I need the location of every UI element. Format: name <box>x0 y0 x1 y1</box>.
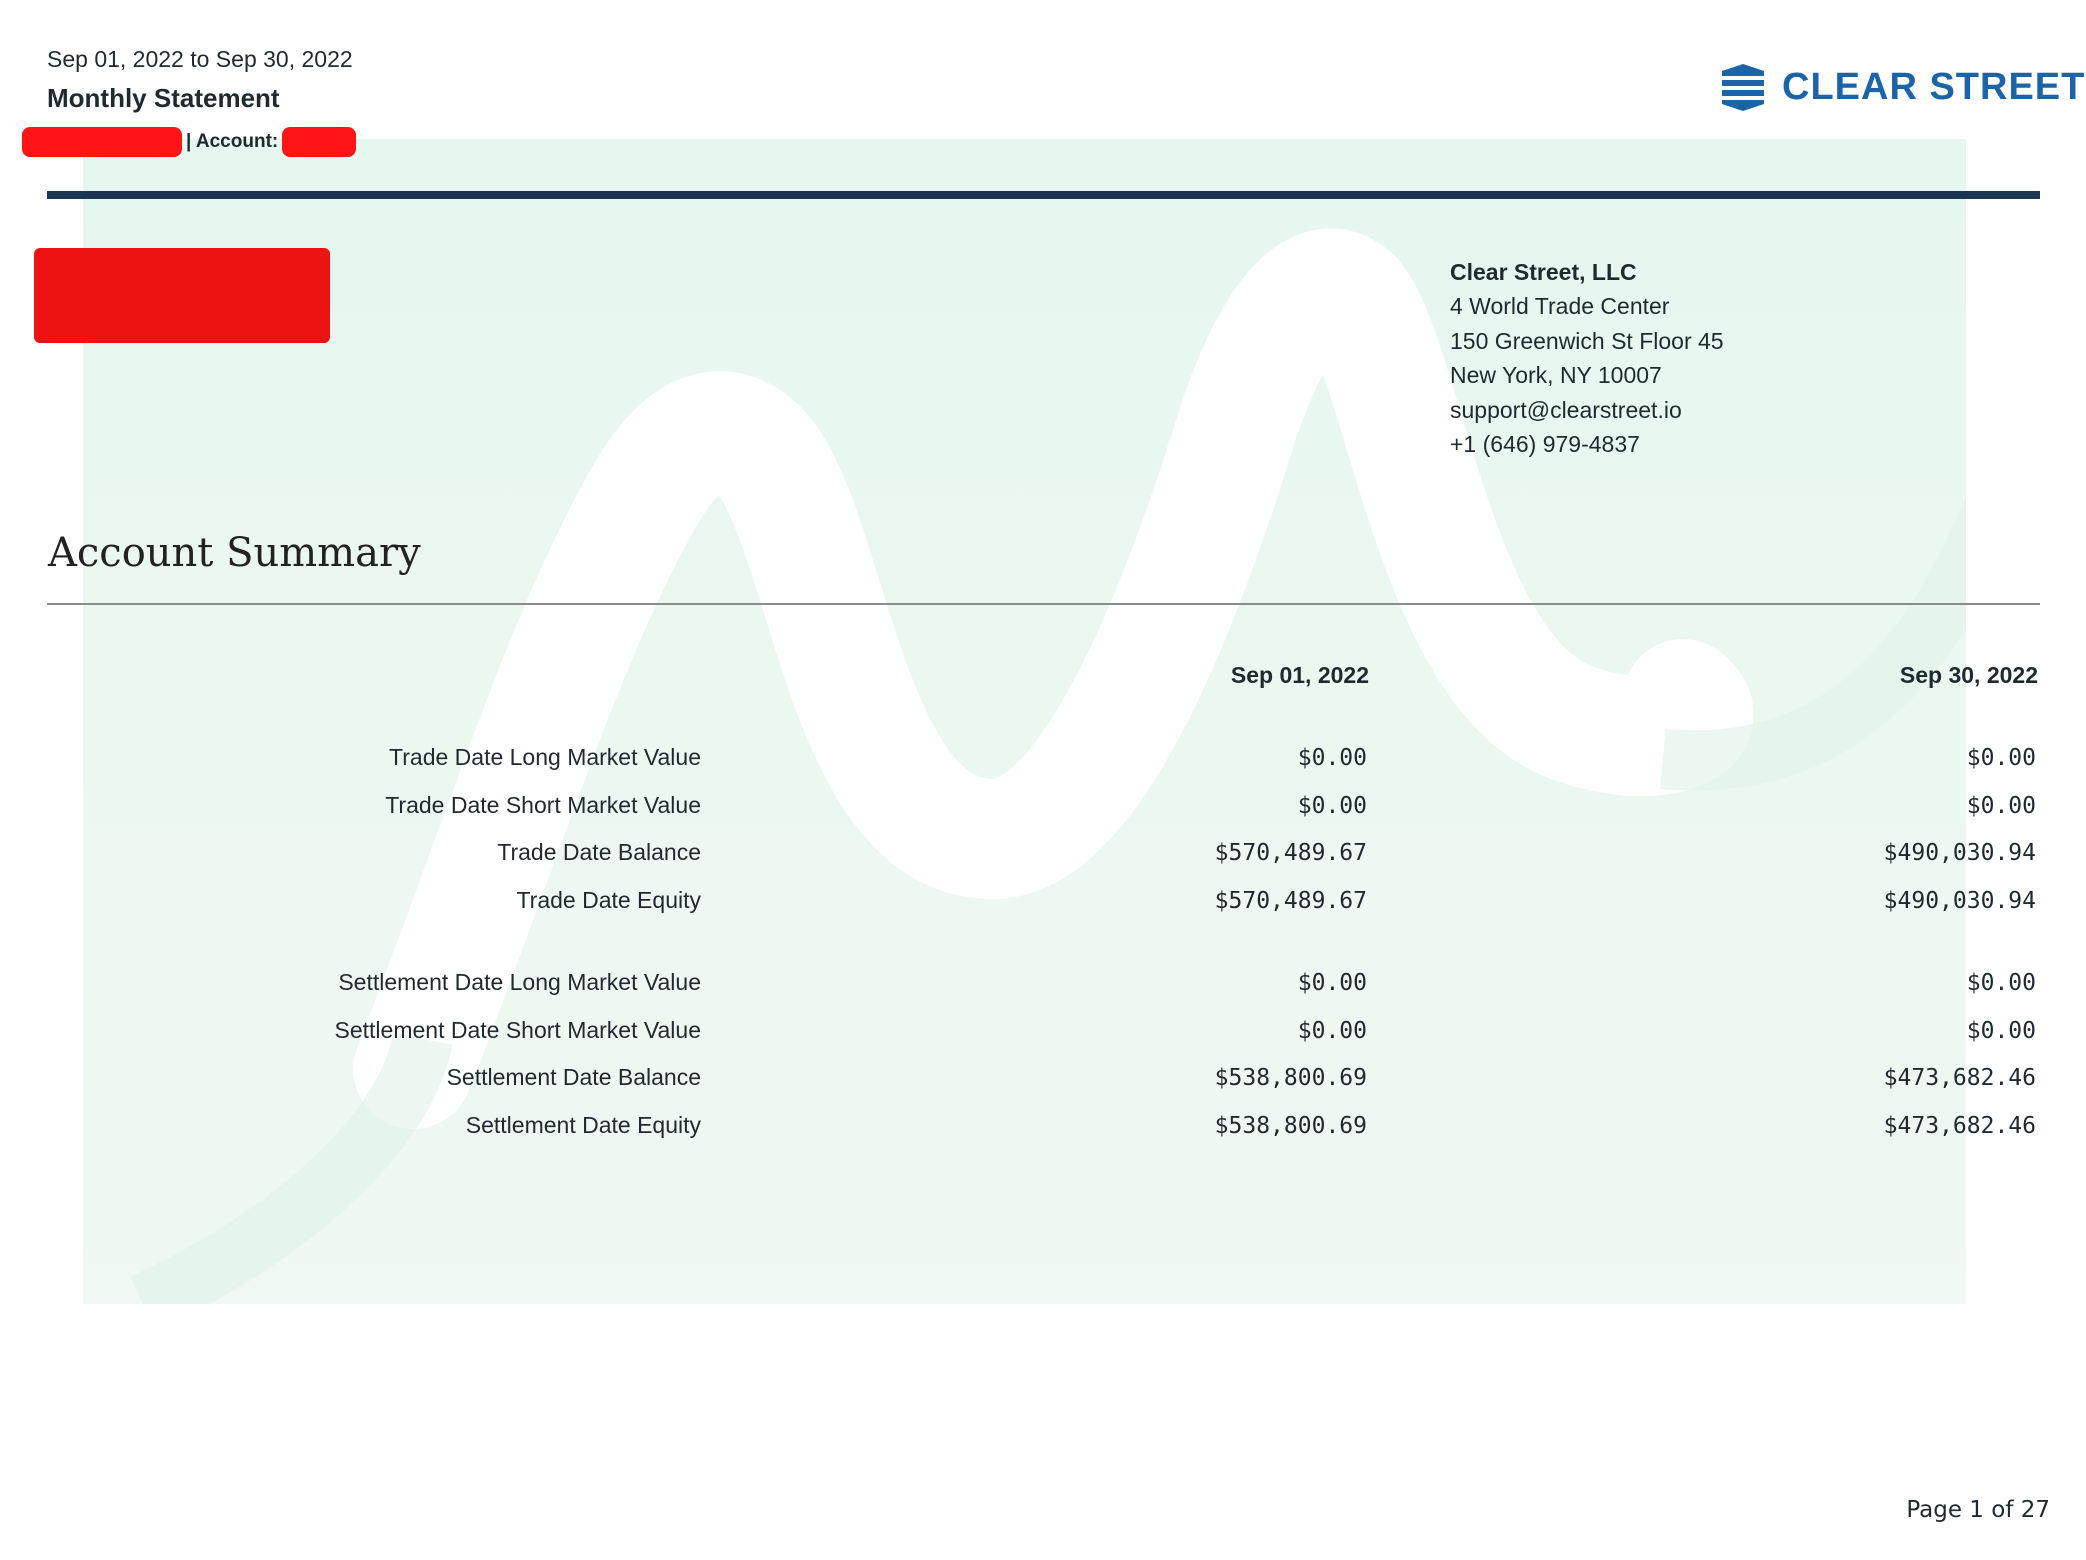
summary-row: Settlement Date Equity $538,800.69 $473,… <box>0 1112 2086 1144</box>
redacted-account-number <box>282 127 357 157</box>
row-label: Trade Date Equity <box>516 887 701 913</box>
support-email: support@clearstreet.io <box>1450 396 1682 423</box>
address-line: 4 World Trade Center <box>1450 293 1670 320</box>
column-header-start-date: Sep 01, 2022 <box>1230 662 1369 688</box>
row-label: Trade Date Balance <box>497 839 701 865</box>
statement-period: Sep 01, 2022 to Sep 30, 2022 <box>47 46 353 72</box>
end-value: $473,682.46 <box>1883 1065 2036 1091</box>
start-value: $0.00 <box>1297 970 1367 996</box>
summary-row: Settlement Date Balance $538,800.69 $473… <box>0 1064 2086 1096</box>
start-value: $570,489.67 <box>1214 888 1367 914</box>
start-value: $0.00 <box>1297 793 1367 819</box>
start-value: $538,800.69 <box>1214 1113 1367 1139</box>
row-label: Trade Date Short Market Value <box>385 792 701 818</box>
end-value: $0.00 <box>1966 793 2036 819</box>
account-summary-heading: Account Summary <box>48 530 421 576</box>
row-label: Settlement Date Short Market Value <box>334 1017 701 1043</box>
end-value: $0.00 <box>1966 1018 2036 1044</box>
clear-street-logo: CLEAR STREET <box>1718 62 2085 112</box>
account-label: | Account: <box>186 131 279 152</box>
end-value: $473,682.46 <box>1883 1113 2036 1139</box>
column-header-end-date: Sep 30, 2022 <box>1899 662 2038 688</box>
row-label: Settlement Date Equity <box>465 1112 701 1138</box>
summary-row: Trade Date Long Market Value $0.00 $0.00 <box>0 744 2086 776</box>
summary-row: Trade Date Equity $570,489.67 $490,030.9… <box>0 887 2086 919</box>
address-line: 150 Greenwich St Floor 45 <box>1450 327 1724 354</box>
summary-row: Trade Date Short Market Value $0.00 $0.0… <box>0 792 2086 824</box>
page-number: Page 1 of 27 <box>1906 1497 2050 1523</box>
support-phone: +1 (646) 979-4837 <box>1450 431 1640 458</box>
summary-row: Settlement Date Short Market Value $0.00… <box>0 1017 2086 1049</box>
start-value: $538,800.69 <box>1214 1065 1367 1091</box>
statement-title: Monthly Statement <box>47 83 280 113</box>
start-value: $0.00 <box>1297 1018 1367 1044</box>
statement-page: Sep 01, 2022 to Sep 30, 2022 Monthly Sta… <box>0 0 2086 1560</box>
header-divider <box>47 191 2040 199</box>
summary-row: Settlement Date Long Market Value $0.00 … <box>0 969 2086 1001</box>
start-value: $570,489.67 <box>1214 840 1367 866</box>
row-label: Settlement Date Long Market Value <box>338 969 701 995</box>
redacted-account-holder <box>22 127 182 157</box>
start-value: $0.00 <box>1297 745 1367 771</box>
broker-name: Clear Street, LLC <box>1450 259 1637 285</box>
row-label: Trade Date Long Market Value <box>389 744 701 770</box>
summary-row: Trade Date Balance $570,489.67 $490,030.… <box>0 839 2086 871</box>
logo-wordmark: CLEAR STREET <box>1782 65 2086 108</box>
end-value: $490,030.94 <box>1883 888 2036 914</box>
account-line: | Account: <box>22 127 357 157</box>
section-divider <box>47 603 2040 605</box>
end-value: $0.00 <box>1966 970 2036 996</box>
broker-address: Clear Street, LLC 4 World Trade Center 1… <box>1450 255 1724 461</box>
end-value: $490,030.94 <box>1883 840 2036 866</box>
end-value: $0.00 <box>1966 745 2036 771</box>
row-label: Settlement Date Balance <box>446 1064 701 1090</box>
redacted-recipient-address <box>34 248 330 343</box>
clear-street-logo-icon <box>1722 64 1764 111</box>
address-line: New York, NY 10007 <box>1450 362 1662 389</box>
